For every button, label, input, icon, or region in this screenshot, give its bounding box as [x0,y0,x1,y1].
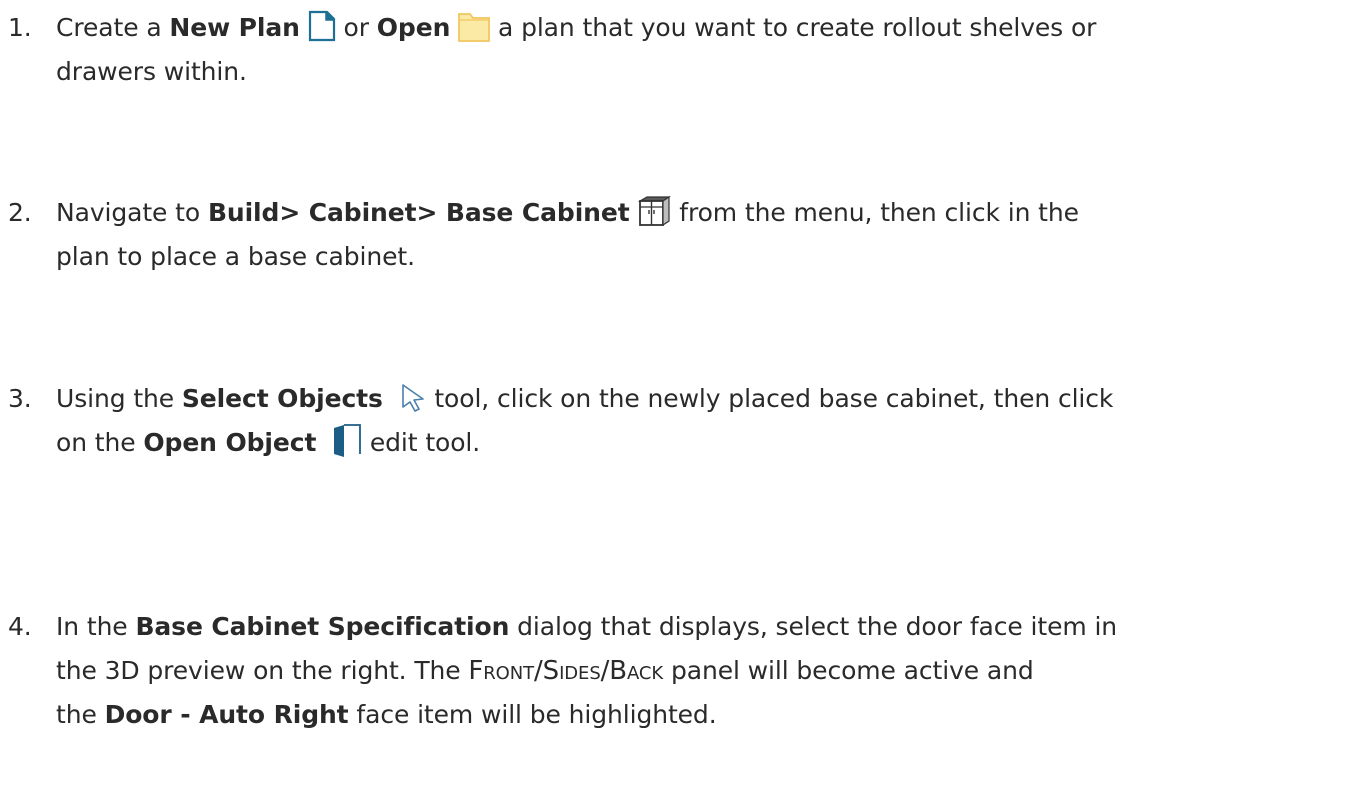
text: or [335,13,377,42]
step-line: the 3D preview on the right. The Front/S… [56,649,1326,693]
text: Navigate to [56,198,208,227]
open-object-icon [332,424,362,458]
step-number: 4. [8,612,32,641]
step-2: 2. Navigate to Build> Cabinet> Base Cabi… [0,191,1347,279]
text: edit tool. [362,428,481,457]
text: face item will be highlighted. [348,700,717,729]
ui-term: Build> Cabinet> Base Cabinet [207,198,630,227]
text: drawers within. [56,57,247,86]
step-text: Navigate to Build> Cabinet> Base Cabinet… [56,191,1326,279]
step-line: Create a New Plan or Open a plan that yo… [56,6,1326,50]
text: on the [56,428,144,457]
step-text: Create a New Plan or Open a plan that yo… [56,6,1326,94]
text: the 3D preview on the right. The [56,656,469,685]
ui-term: Door - Auto Right [104,700,349,729]
step-text: Using the Select Objects tool, click on … [56,377,1326,465]
text: tool, click on the newly placed base cab… [426,384,1114,413]
text: In the [56,612,136,641]
text: Create a [56,13,170,42]
step-number: 3. [8,384,32,413]
ui-term: Open [376,13,451,42]
ui-term: Base Cabinet Specification [135,612,510,641]
open-folder-icon [458,10,491,42]
text: Using the [56,384,182,413]
step-line: on the Open Object edit tool. [56,421,1326,465]
instruction-steps: 1. Create a New Plan or Open a plan that… [0,0,1347,785]
step-line: drawers within. [56,50,1326,94]
step-line: Using the Select Objects tool, click on … [56,377,1326,421]
text: panel will become active and [663,656,1034,685]
text: the [56,700,105,729]
step-number: 1. [8,13,32,42]
text: dialog that displays, select the door fa… [509,612,1118,641]
panel-name-small-caps: Front/Sides/Back [468,656,664,686]
step-text: In the Base Cabinet Specification dialog… [56,605,1326,737]
step-4: 4. In the Base Cabinet Specification dia… [0,605,1347,737]
step-line: the Door - Auto Right face item will be … [56,693,1326,737]
text: from the menu, then click in the [671,198,1079,227]
step-1: 1. Create a New Plan or Open a plan that… [0,6,1347,94]
new-plan-icon [308,10,336,42]
ui-term: Select Objects [181,384,383,413]
step-line: Navigate to Build> Cabinet> Base Cabinet… [56,191,1326,235]
select-objects-icon [399,382,427,412]
text: plan to place a base cabinet. [56,242,415,271]
step-number: 2. [8,198,32,227]
step-line: plan to place a base cabinet. [56,235,1326,279]
step-3: 3. Using the Select Objects tool, click … [0,377,1347,465]
base-cabinet-icon [637,195,672,227]
text: a plan that you want to create rollout s… [490,13,1097,42]
ui-term: New Plan [169,13,300,42]
ui-term: Open Object [143,428,317,457]
step-line: In the Base Cabinet Specification dialog… [56,605,1326,649]
